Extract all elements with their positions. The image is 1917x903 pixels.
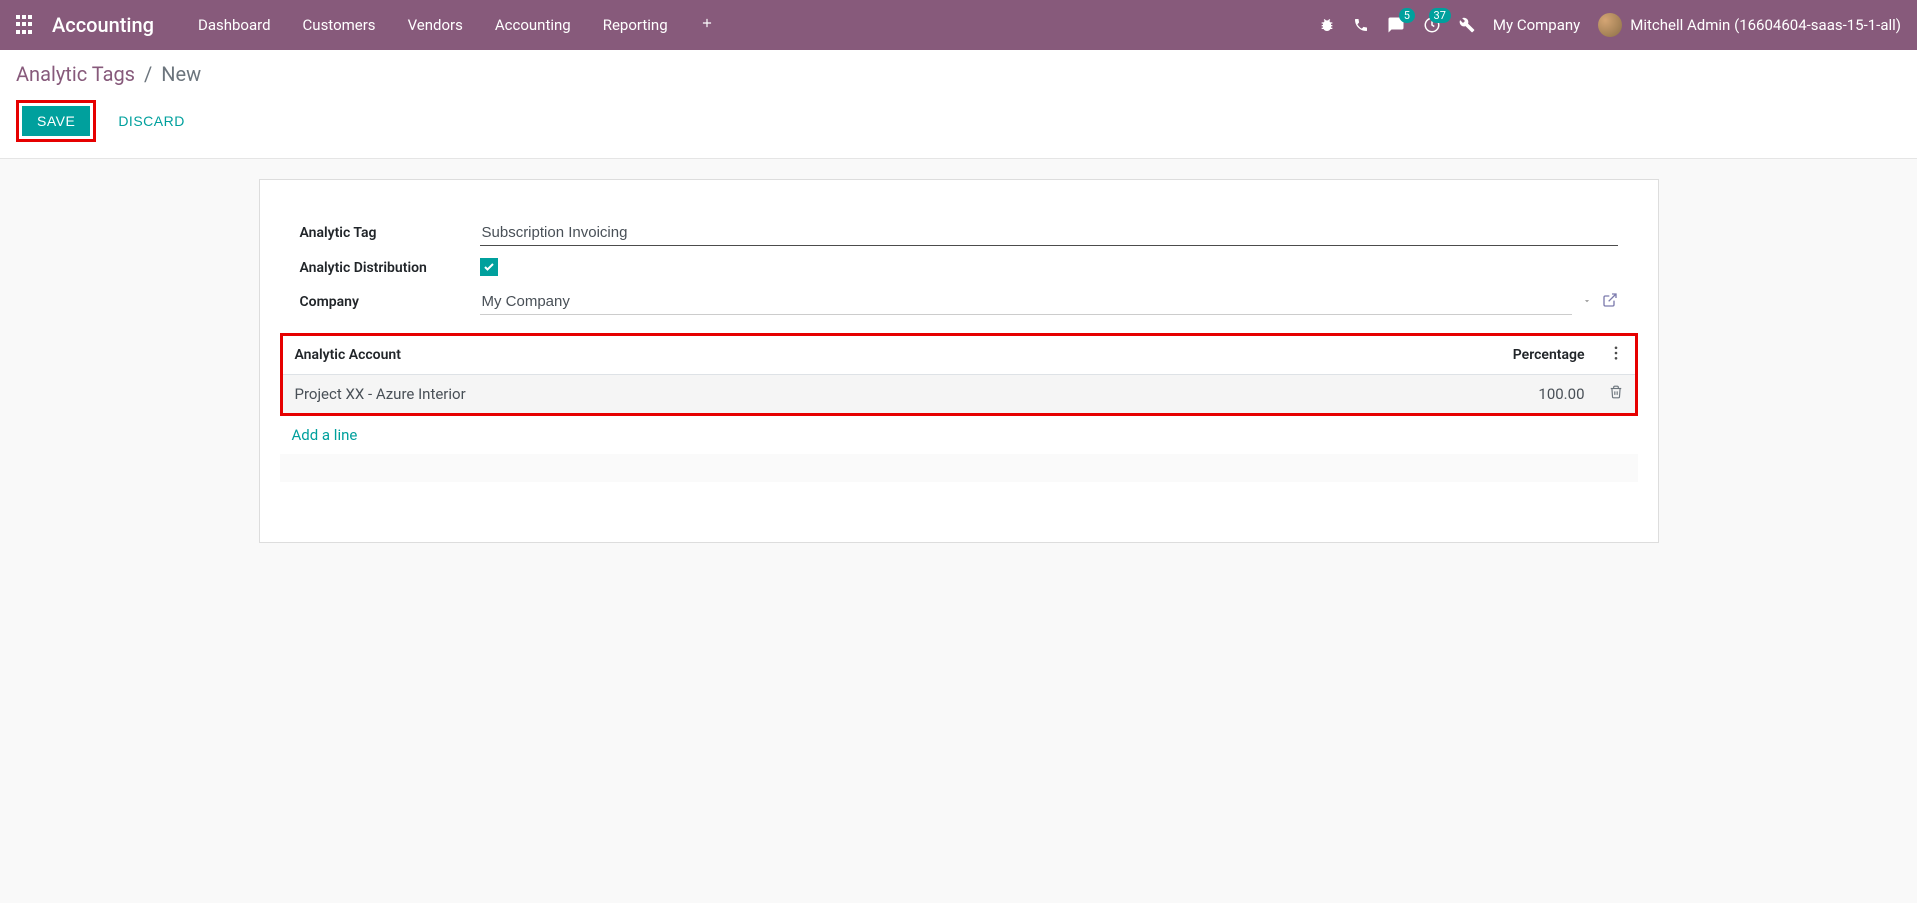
company-input[interactable] [480,289,1572,315]
analytic-tag-input[interactable] [480,220,1618,246]
top-navbar: Accounting Dashboard Customers Vendors A… [0,0,1917,50]
label-analytic-tag: Analytic Tag [300,225,480,241]
breadcrumb: Analytic Tags / New [16,62,1901,86]
nav-vendors[interactable]: Vendors [392,16,479,34]
nav-accounting[interactable]: Accounting [479,16,587,34]
form-container: Analytic Tag Analytic Distribution Compa… [0,159,1917,563]
nav-menu: Dashboard Customers Vendors Accounting R… [182,16,730,34]
nav-reporting[interactable]: Reporting [587,16,684,34]
breadcrumb-parent[interactable]: Analytic Tags [16,62,135,86]
app-brand[interactable]: Accounting [52,13,154,37]
table-row[interactable]: Project XX - Azure Interior 100.00 [283,375,1635,414]
phone-icon[interactable] [1353,17,1369,33]
user-name: Mitchell Admin (16604604-saas-15-1-all) [1630,16,1901,34]
col-percentage[interactable]: Percentage [1164,336,1596,375]
chevron-down-icon[interactable] [1582,294,1592,310]
external-link-icon[interactable] [1602,292,1618,312]
discard-button[interactable]: DISCARD [104,107,199,135]
table-footer-spacer [280,454,1638,482]
messages-badge: 5 [1399,8,1415,23]
distribution-table: Analytic Account Percentage Project XX -… [283,336,1635,413]
apps-icon[interactable] [16,15,36,35]
nav-plus[interactable] [684,16,730,34]
avatar-icon [1598,13,1622,37]
breadcrumb-current: New [161,62,201,86]
label-analytic-distribution: Analytic Distribution [300,260,480,276]
cell-account[interactable]: Project XX - Azure Interior [283,375,1165,414]
col-analytic-account[interactable]: Analytic Account [283,336,1165,375]
col-options[interactable] [1597,336,1635,375]
add-line-link[interactable]: Add a line [292,426,358,444]
nav-right: 5 37 My Company Mitchell Admin (16604604… [1319,13,1901,37]
analytic-distribution-checkbox[interactable] [480,258,498,276]
kebab-icon [1614,348,1618,364]
user-menu[interactable]: Mitchell Admin (16604604-saas-15-1-all) [1598,13,1901,37]
bug-icon[interactable] [1319,17,1335,33]
nav-dashboard[interactable]: Dashboard [182,16,287,34]
table-highlight: Analytic Account Percentage Project XX -… [280,333,1638,416]
save-button[interactable]: SAVE [22,106,90,136]
form-sheet: Analytic Tag Analytic Distribution Compa… [259,179,1659,543]
nav-customers[interactable]: Customers [287,16,392,34]
control-buttons: SAVE DISCARD [16,100,1901,142]
save-highlight: SAVE [16,100,96,142]
distribution-table-bottom: Add a line [280,416,1638,482]
company-selector[interactable]: My Company [1493,16,1580,34]
tools-icon[interactable] [1459,17,1475,33]
messages-icon[interactable]: 5 [1387,16,1405,34]
label-company: Company [300,294,480,310]
cell-percentage[interactable]: 100.00 [1164,375,1596,414]
trash-icon[interactable] [1609,385,1623,403]
activities-badge: 37 [1429,8,1451,23]
activities-icon[interactable]: 37 [1423,16,1441,34]
control-panel: Analytic Tags / New SAVE DISCARD [0,50,1917,159]
